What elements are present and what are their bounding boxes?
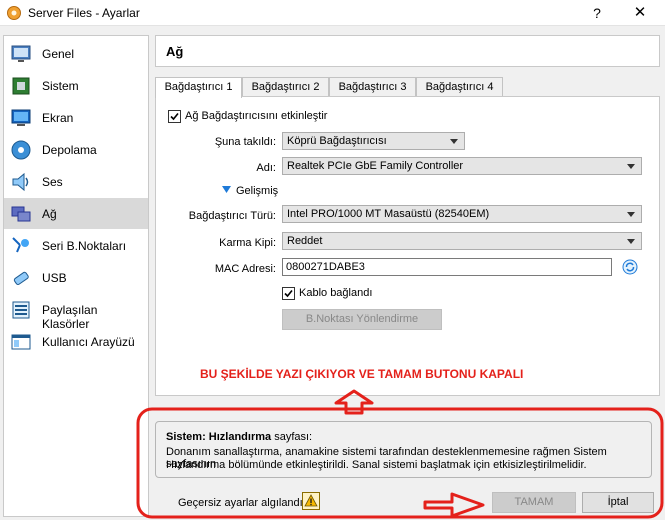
mac-address-label: MAC Adresi: <box>214 263 276 275</box>
close-button[interactable]: ✕ <box>628 2 652 24</box>
page-title: Ağ <box>166 44 184 59</box>
sidebar-item-seri-bnoktalari[interactable]: Seri B.Noktaları <box>4 230 148 261</box>
promiscuous-mode-label: Karma Kipi: <box>219 237 276 249</box>
storage-icon <box>11 140 31 160</box>
sidebar-item-genel[interactable]: Genel <box>4 38 148 69</box>
chevron-down-icon <box>627 239 635 244</box>
info-title: Sistem: Hızlandırma sayfası: <box>166 431 313 443</box>
sidebar-item-label: Sistem <box>42 79 79 93</box>
tab-adapter-3[interactable]: Bağdaştırıcı 3 <box>329 77 416 97</box>
app-gear-icon <box>7 6 21 20</box>
help-button[interactable]: ? <box>586 2 608 24</box>
adapter-type-select[interactable]: Intel PRO/1000 MT Masaüstü (82540EM) <box>282 205 642 223</box>
sidebar-item-kullanici-arayuzu[interactable]: Kullanıcı Arayüzü <box>4 326 148 357</box>
sidebar-item-label: Ağ <box>42 207 57 221</box>
chevron-down-icon <box>450 139 458 144</box>
name-value: Realtek PCIe GbE Family Controller <box>287 160 464 172</box>
sidebar-item-label: Ekran <box>42 111 74 125</box>
port-forwarding-button[interactable]: B.Noktası Yönlendirme <box>282 309 442 330</box>
expand-triangle-icon[interactable] <box>222 186 231 193</box>
refresh-mac-icon[interactable] <box>622 259 638 275</box>
sidebar-item-usb[interactable]: USB <box>4 262 148 293</box>
promiscuous-mode-select[interactable]: Reddet <box>282 232 642 250</box>
tab-adapter-2[interactable]: Bağdaştırıcı 2 <box>242 77 329 97</box>
name-select[interactable]: Realtek PCIe GbE Family Controller <box>282 157 642 175</box>
sidebar-item-paylasilan-klasorler[interactable]: Paylaşılan Klasörler <box>4 294 148 331</box>
adapter-type-label: Bağdaştırıcı Türü: <box>188 210 276 222</box>
network-icon <box>11 206 31 222</box>
cancel-button[interactable]: İptal <box>582 492 654 513</box>
mac-address-input[interactable]: 0800271DABE3 <box>282 258 612 276</box>
adapter-panel: Ağ Bağdaştırıcısını etkinleştir Şuna tak… <box>155 96 660 415</box>
sidebar-item-ekran[interactable]: Ekran <box>4 102 148 133</box>
cable-connected-label: Kablo bağlandı <box>299 287 373 299</box>
audio-icon <box>12 172 29 192</box>
sidebar-item-label: Genel <box>42 47 75 61</box>
serial-port-icon <box>12 237 29 253</box>
cable-connected-checkbox[interactable] <box>282 287 295 300</box>
shared-folder-icon <box>12 301 30 319</box>
checkmark-icon <box>170 112 179 121</box>
attached-to-value: Köprü Bağdaştırıcısı <box>287 135 387 147</box>
attached-to-select[interactable]: Köprü Bağdaştırıcısı <box>282 132 465 150</box>
user-interface-icon <box>11 334 31 350</box>
system-icon <box>12 77 30 95</box>
settings-sidebar: Genel Sistem Ekran Depolama Ses Ağ Seri … <box>3 35 149 517</box>
sidebar-item-label: Seri B.Noktaları <box>42 239 127 253</box>
name-label: Adı: <box>256 162 276 174</box>
sidebar-item-sistem[interactable]: Sistem <box>4 70 148 101</box>
advanced-toggle[interactable]: Gelişmiş <box>236 185 278 197</box>
tab-adapter-4[interactable]: Bağdaştırıcı 4 <box>416 77 503 97</box>
sidebar-item-label: Ses <box>42 175 63 189</box>
sidebar-item-label: Depolama <box>42 143 97 157</box>
annotation-text: BU ŞEKİLDE YAZI ÇIKIYOR VE TAMAM BUTONU … <box>200 367 524 381</box>
sidebar-item-depolama[interactable]: Depolama <box>4 134 148 165</box>
attached-to-label: Şuna takıldı: <box>214 136 276 148</box>
warning-icon[interactable] <box>302 492 320 510</box>
enable-adapter-checkbox[interactable] <box>168 110 181 123</box>
warning-info-box: Sistem: Hızlandırma sayfası: Donanım san… <box>155 421 652 478</box>
annotation-up-arrow <box>334 389 374 415</box>
window-title: Server Files - Ayarlar <box>28 6 140 20</box>
promiscuous-mode-value: Reddet <box>287 235 323 247</box>
enable-adapter-label: Ağ Bağdaştırıcısını etkinleştir <box>185 110 328 122</box>
invalid-settings-label: Geçersiz ayarlar algılandı <box>178 497 303 509</box>
chevron-down-icon <box>627 212 635 217</box>
title-bar: Server Files - Ayarlar ? ✕ <box>0 0 665 26</box>
ok-button[interactable]: TAMAM <box>492 492 576 513</box>
info-line-2: Hızlandırma bölümünde etkinleştirildi. S… <box>166 459 587 471</box>
display-icon <box>11 109 31 126</box>
sidebar-item-label: Kullanıcı Arayüzü <box>42 335 135 349</box>
tab-adapter-1[interactable]: Bağdaştırıcı 1 <box>155 77 242 98</box>
sidebar-item-label: USB <box>42 271 67 285</box>
checkmark-icon <box>284 289 293 298</box>
sidebar-item-ag[interactable]: Ağ <box>4 198 148 229</box>
chevron-down-icon <box>627 164 635 169</box>
adapter-type-value: Intel PRO/1000 MT Masaüstü (82540EM) <box>287 208 490 220</box>
usb-icon <box>13 271 29 286</box>
general-icon <box>11 45 31 62</box>
sidebar-item-ses[interactable]: Ses <box>4 166 148 197</box>
page-header: Ağ <box>155 35 660 67</box>
adapter-tabs: Bağdaştırıcı 1 Bağdaştırıcı 2 Bağdaştırı… <box>155 77 660 98</box>
